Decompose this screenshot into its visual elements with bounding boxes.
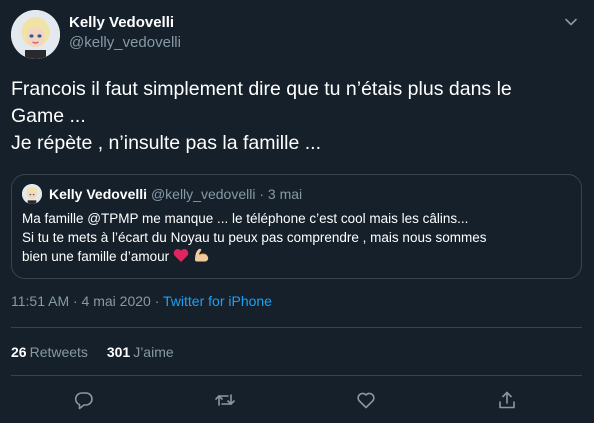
red-heart-emoji: [173, 248, 189, 268]
likes-label: J’aime: [133, 344, 174, 360]
flexed-biceps-emoji: [193, 247, 211, 268]
quote-text-line: bien une famille d’amour: [22, 249, 170, 264]
tweet-text-line: Francois il faut simplement dire que tu …: [11, 78, 512, 100]
like-icon[interactable]: [355, 389, 377, 411]
retweet-icon[interactable]: [214, 389, 236, 411]
tweet-meta: 11:51 AM · 4 mai 2020 · Twitter for iPho…: [11, 293, 272, 309]
quote-text-line: Ma famille @TPMP me manque ... le téléph…: [22, 211, 469, 226]
retweets-count: 26: [11, 344, 27, 360]
tweet-text: Francois il faut simplement dire que tu …: [11, 76, 586, 157]
quote-text-line-last: bien une famille d’amour: [22, 247, 572, 268]
quoted-tweet[interactable]: Kelly Vedovelli @kelly_vedovelli · 3 mai…: [11, 174, 582, 279]
tweet-timestamp[interactable]: 11:51 AM · 4 mai 2020: [11, 293, 151, 309]
divider: [11, 375, 582, 376]
author-handle[interactable]: @kelly_vedovelli: [69, 34, 181, 51]
divider: [11, 327, 582, 328]
retweets-label: Retweets: [29, 344, 88, 360]
quote-date: 3 mai: [267, 186, 303, 202]
share-icon[interactable]: [496, 389, 518, 411]
tweet-source-link[interactable]: Twitter for iPhone: [163, 293, 272, 309]
tweet-stats: 26 Retweets 301 J’aime: [11, 344, 189, 360]
tweet-text-line: Game ...: [11, 105, 86, 127]
reply-icon[interactable]: [73, 389, 95, 411]
meta-separator: ·: [154, 293, 160, 309]
quote-text-line: Si tu te mets à l’écart du Noyau tu peux…: [22, 230, 487, 245]
quote-header: Kelly Vedovelli @kelly_vedovelli · 3 mai: [49, 186, 302, 202]
tweet-text-line: Je répète , n’insulte pas la famille ...: [11, 132, 321, 154]
quote-author-name: Kelly Vedovelli: [49, 186, 148, 202]
author-avatar[interactable]: [11, 10, 60, 59]
likes-stat[interactable]: 301 J’aime: [107, 344, 174, 360]
quote-separator: ·: [259, 186, 264, 202]
quote-text: Ma famille @TPMP me manque ... le téléph…: [22, 209, 572, 268]
tweet-card: Kelly Vedovelli @kelly_vedovelli Francoi…: [0, 0, 594, 423]
author-name[interactable]: Kelly Vedovelli: [69, 14, 174, 31]
retweets-stat[interactable]: 26 Retweets: [11, 344, 88, 360]
quote-author-avatar: [22, 184, 42, 204]
quote-author-handle: @kelly_vedovelli: [150, 186, 256, 202]
likes-count: 301: [106, 344, 131, 360]
chevron-down-icon[interactable]: [563, 14, 579, 30]
